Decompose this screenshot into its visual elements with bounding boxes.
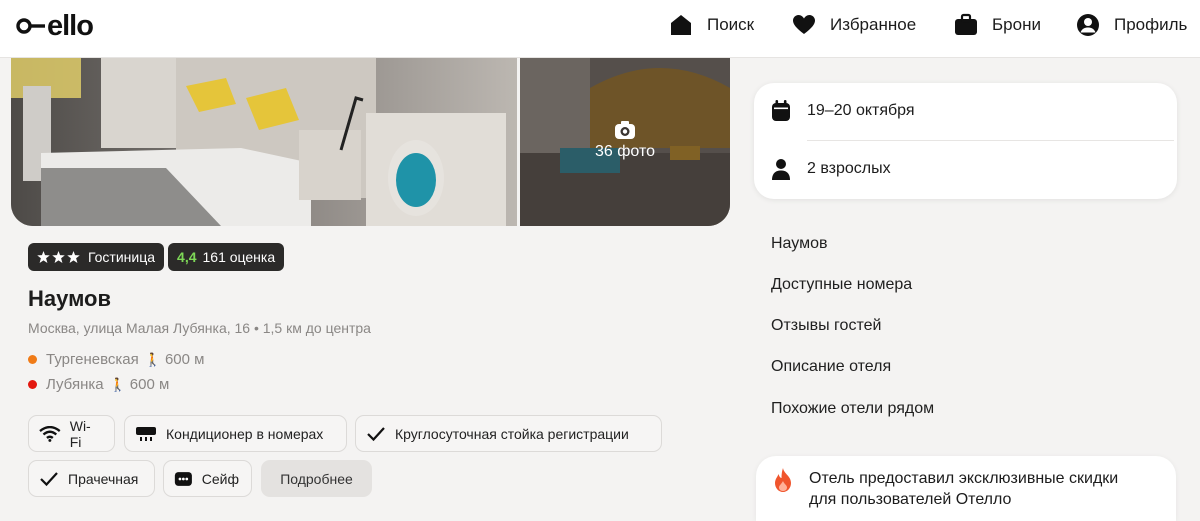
star-icon: [37, 251, 50, 263]
nav-favorites-label: Избранное: [830, 15, 917, 34]
otello-logo[interactable]: ello: [16, 9, 94, 42]
top-header: ello Поиск Избранное Брони Профиль: [0, 0, 1200, 58]
hotel-type-label: Гостиница: [88, 249, 156, 265]
metro-station: Лубянка 🚶 600 м: [28, 376, 169, 393]
anchor-link-nearby[interactable]: Похожие отели рядом: [771, 400, 934, 418]
rating-badge[interactable]: 4,4 161 оценка: [168, 243, 285, 271]
metro-station: Тургеневская 🚶 600 м: [28, 351, 204, 368]
anchor-link-rooms[interactable]: Доступные номера: [771, 276, 912, 294]
check-icon: [40, 471, 58, 486]
anchor-link-reviews[interactable]: Отзывы гостей: [771, 317, 881, 335]
suitcase-icon: [955, 13, 977, 35]
air-conditioner-icon: [136, 426, 156, 441]
amenity-reception: Круглосуточная стойка регистрации: [355, 415, 662, 452]
amenity-label: Кондиционер в номерах: [166, 425, 324, 442]
guests-value: 2 взрослых: [807, 160, 891, 177]
hotel-type-badge: Гостиница: [28, 243, 165, 271]
amenity-wifi: Wi-Fi: [28, 415, 115, 452]
amenity-laundry: Прачечная: [28, 460, 155, 497]
hotel-address: Москва, улица Малая Лубянка, 16 • 1,5 км…: [28, 320, 371, 336]
nav-profile[interactable]: Профиль: [1076, 0, 1187, 50]
anchor-link-description[interactable]: Описание отеля: [771, 358, 891, 376]
amenity-label: Сейф: [201, 470, 239, 487]
check-icon: [367, 426, 385, 441]
hotel-badges: Гостиница 4,4 161 оценка: [28, 243, 285, 271]
amenity-label: Wi-Fi: [69, 417, 91, 450]
reviews-count: 161 оценка: [202, 249, 276, 265]
key-logo-icon: [16, 17, 46, 35]
promo-line: Отель предоставил эксклюзивные скидки: [809, 470, 1119, 487]
main-photo[interactable]: [11, 58, 517, 226]
fire-icon: [775, 468, 791, 492]
metro-line-dot: [28, 380, 37, 389]
dates-selector[interactable]: 19–20 октября: [771, 83, 1161, 139]
wifi-icon: [39, 425, 61, 442]
metro-distance: 600 м: [129, 376, 170, 393]
heart-icon: [793, 15, 815, 34]
person-icon: [772, 159, 790, 180]
discount-promo-card: Отель предоставил эксклюзивные скидки дл…: [756, 456, 1176, 521]
nav-bookings[interactable]: Брони: [954, 0, 1041, 50]
metro-station-name: Лубянка: [46, 376, 104, 393]
more-amenities-button[interactable]: Подробнее: [261, 460, 372, 497]
star-icon: [67, 251, 80, 263]
promo-text: Отель предоставил эксклюзивные скидки дл…: [809, 468, 1169, 510]
promo-line: для пользователей Отелло: [809, 491, 1012, 508]
anchor-link-overview[interactable]: Наумов: [771, 235, 828, 253]
amenity-air-conditioner: Кондиционер в номерах: [124, 415, 347, 452]
amenity-safe: Сейф: [163, 460, 252, 497]
calendar-icon: [772, 100, 790, 121]
guests-selector[interactable]: 2 взрослых: [771, 141, 1161, 197]
walking-person-icon: 🚶: [109, 376, 126, 392]
nav-search[interactable]: Поиск: [669, 0, 754, 50]
camera-icon: [615, 121, 635, 139]
home-icon: [671, 15, 691, 35]
booking-summary-card: 19–20 октября 2 взрослых: [754, 83, 1177, 199]
star-icon: [52, 251, 65, 263]
metro-distance: 600 м: [164, 351, 205, 368]
dates-value: 19–20 октября: [807, 102, 915, 119]
walking-person-icon: 🚶: [144, 351, 161, 367]
photo-gallery[interactable]: 36 фото: [11, 58, 730, 226]
logo-text: ello: [47, 9, 94, 42]
nav-profile-label: Профиль: [1114, 15, 1188, 34]
rating-value: 4,4: [177, 249, 197, 265]
nav-search-label: Поиск: [707, 15, 755, 34]
amenity-label: Круглосуточная стойка регистрации: [395, 425, 629, 442]
metro-line-dot: [28, 355, 37, 364]
user-icon: [1077, 14, 1099, 36]
nav-bookings-label: Брони: [992, 15, 1041, 34]
photos-count: 36 фото: [520, 120, 730, 161]
photos-count-label: 36 фото: [595, 143, 655, 160]
nav-favorites[interactable]: Избранное: [792, 0, 916, 50]
amenity-label: Прачечная: [68, 470, 139, 487]
metro-station-name: Тургеневская: [46, 351, 139, 368]
hotel-name: Наумов: [28, 286, 112, 311]
stars-rating: [37, 251, 80, 263]
photos-more-tile[interactable]: 36 фото: [520, 58, 730, 226]
safe-icon: [174, 471, 192, 486]
